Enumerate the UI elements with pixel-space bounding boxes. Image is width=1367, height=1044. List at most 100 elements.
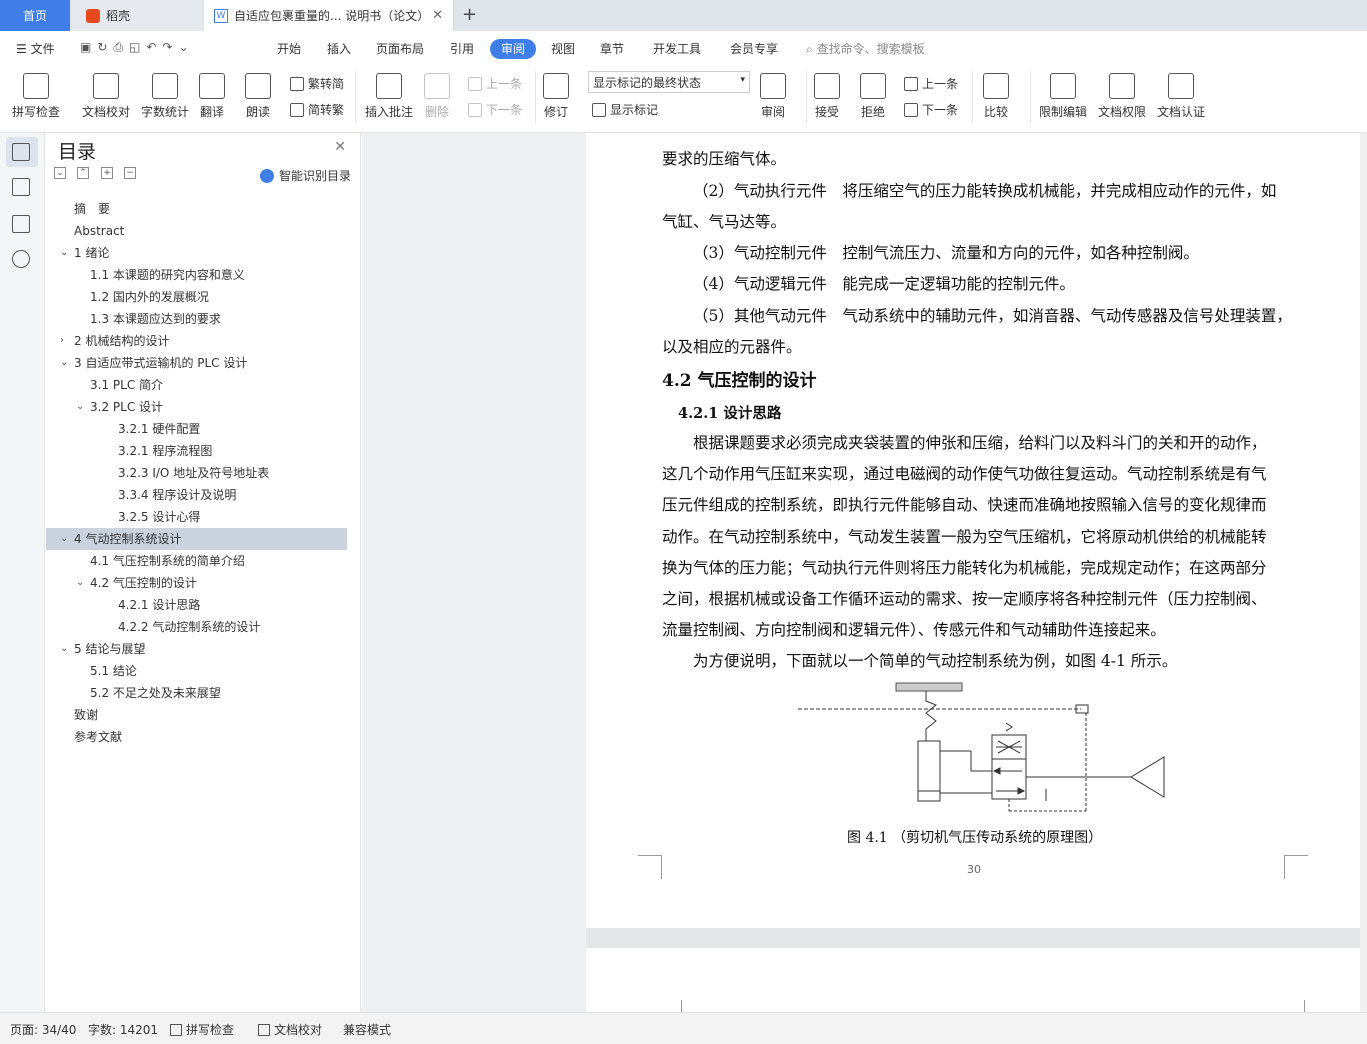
delete-comment-button[interactable]: 删除 (424, 73, 450, 120)
page-indicator-label: 页面: 34/40 (10, 1023, 77, 1037)
toc-item[interactable]: 5.1 结论 (46, 660, 347, 682)
document-page-next[interactable] (586, 948, 1367, 1012)
page-corner-mark (681, 1000, 682, 1012)
expand-all-icon[interactable]: ⌃ (77, 167, 89, 179)
restrict-editing-button[interactable]: 限制编辑 (1039, 73, 1087, 120)
status-doc-check[interactable]: 文档校对 (258, 1021, 322, 1038)
next-comment-button[interactable]: 下一条 (468, 101, 522, 118)
menu-member[interactable]: 会员专享 (730, 40, 778, 57)
tab-home[interactable]: 首页 (0, 0, 70, 31)
reject-button[interactable]: 拒绝 (860, 73, 886, 120)
chevron-down-icon[interactable]: ⌄ (76, 396, 84, 418)
toc-item[interactable]: 4.2.1 设计思路 (46, 594, 347, 616)
menu-layout[interactable]: 页面布局 (376, 40, 424, 57)
doc-permission-button[interactable]: 文档权限 (1098, 73, 1146, 120)
delete-comment-icon (424, 73, 450, 99)
status-spell-check[interactable]: 拼写检查 (170, 1021, 234, 1038)
chevron-right-icon[interactable]: › (60, 330, 64, 352)
vertical-scrollbar[interactable] (1360, 133, 1367, 1012)
chevron-down-icon[interactable]: ⌄ (60, 352, 68, 374)
toc-item[interactable]: 参考文献 (46, 726, 347, 748)
toc-item[interactable]: 5.2 不足之处及未来展望 (46, 682, 347, 704)
delete-comment-label: 删除 (424, 105, 449, 119)
close-icon[interactable]: ✕ (334, 139, 346, 155)
translate-button[interactable]: 翻译 (199, 73, 225, 120)
menu-view[interactable]: 视图 (551, 40, 575, 57)
toc-item[interactable]: 4.1 气压控制系统的简单介绍 (46, 550, 347, 572)
page-indicator[interactable]: 页面: 34/40 (10, 1021, 76, 1038)
file-menu[interactable]: ☰ 文件 (16, 40, 55, 57)
menu-review[interactable]: 审阅 (490, 39, 536, 59)
menu-chapter[interactable]: 章节 (600, 40, 624, 57)
toc-item[interactable]: 3.2.3 I/O 地址及符号地址表 (46, 462, 347, 484)
toc-item[interactable]: Abstract (46, 220, 347, 242)
next-change-button[interactable]: 下一条 (904, 101, 958, 118)
quick-access-toolbar[interactable]: ▣↻⎙◱↶↷⌄ (80, 40, 195, 55)
track-changes-button[interactable]: 修订 (543, 73, 569, 120)
simp-to-trad-button[interactable]: 简转繁 (290, 101, 344, 118)
prev-comment-button[interactable]: 上一条 (468, 75, 522, 92)
bookmark-icon[interactable] (12, 215, 30, 233)
toc-item[interactable]: 3.1 PLC 简介 (46, 374, 347, 396)
new-tab-icon[interactable]: + (462, 4, 477, 25)
show-markup-button[interactable]: 显示标记 (592, 101, 658, 118)
doc-check-button[interactable]: 文档校对 (82, 73, 130, 120)
toc-item[interactable]: 3.2.1 程序流程图 (46, 440, 347, 462)
toc-item[interactable]: › 2 机械结构的设计 (46, 330, 347, 352)
toc-item[interactable]: ⌄ 3 自适应带式运输机的 PLC 设计 (46, 352, 347, 374)
trad-to-simp-button[interactable]: 繁转简 (290, 75, 344, 92)
toc-panel-icon[interactable] (12, 143, 30, 161)
toc-item[interactable]: 致谢 (46, 704, 347, 726)
trad-to-simp-icon (290, 76, 304, 91)
toc-item[interactable]: 1.1 本课题的研究内容和意义 (46, 264, 347, 286)
collapse-all-icon[interactable]: ⌄ (54, 167, 66, 179)
remove-heading-icon[interactable]: − (124, 167, 136, 179)
word-count-indicator[interactable]: 字数: 14201 (88, 1021, 158, 1038)
toc-item[interactable]: ⌄ 5 结论与展望 (46, 638, 347, 660)
spell-check-button[interactable]: 拼写检查 (12, 73, 60, 120)
toc-item[interactable]: 3.2.5 设计心得 (46, 506, 347, 528)
menu-start[interactable]: 开始 (277, 40, 301, 57)
markup-state-select[interactable]: 显示标记的最终状态 ▾ (588, 71, 750, 93)
word-count-button[interactable]: 字数统计 (141, 73, 189, 120)
read-aloud-button[interactable]: 朗读 (245, 73, 271, 120)
toc-item-label: 3.2.1 程序流程图 (118, 444, 213, 458)
toc-item[interactable]: ⌄ 3.2 PLC 设计 (46, 396, 347, 418)
toc-item[interactable]: ⌄ 4 气动控制系统设计 (46, 528, 347, 550)
tab-daoke[interactable]: 稻壳 (72, 0, 202, 31)
tab-close-icon[interactable]: ✕ (432, 8, 443, 23)
toc-item[interactable]: 3.2.1 硬件配置 (46, 418, 347, 440)
navigation-icon[interactable] (12, 178, 30, 196)
toc-item[interactable]: 摘 要 (46, 198, 347, 220)
toc-item[interactable]: 1.3 本课题应达到的要求 (46, 308, 347, 330)
chevron-down-icon[interactable]: ⌄ (60, 638, 68, 660)
chevron-down-icon[interactable]: ⌄ (76, 572, 84, 594)
prev-change-button[interactable]: 上一条 (904, 75, 958, 92)
toc-item[interactable]: 3.3.4 程序设计及说明 (46, 484, 347, 506)
chevron-down-icon[interactable]: ⌄ (60, 528, 68, 550)
toc-item[interactable]: 4.2.2 气动控制系统的设计 (46, 616, 347, 638)
doc-auth-button[interactable]: 文档认证 (1157, 73, 1205, 120)
menu-insert[interactable]: 插入 (327, 40, 351, 57)
paragraph-line: 为方便说明，下面就以一个简单的气动控制系统为例，如图 4-1 所示。 (693, 652, 1178, 671)
compare-button[interactable]: 比较 (983, 73, 1009, 120)
insert-comment-button[interactable]: 插入批注 (365, 73, 413, 120)
smart-toc-button[interactable]: 智能识别目录 (260, 167, 351, 184)
accept-button[interactable]: 接受 (814, 73, 840, 120)
add-heading-icon[interactable]: + (101, 167, 113, 179)
toc-item[interactable]: 1.2 国内外的发展概况 (46, 286, 347, 308)
command-search[interactable]: ⌕ 查找命令、搜索模板 (806, 40, 925, 57)
paragraph-line: 动作。在气动控制系统中，气动发生装置一般为空气压缩机，它将原动机供给的机械能转 (662, 527, 1267, 546)
search-icon[interactable] (12, 250, 30, 268)
document-page[interactable]: 要求的压缩气体。 （2）气动执行元件 将压缩空气的压力能转换成机械能，并完成相应动… (586, 133, 1367, 928)
toc-item[interactable]: ⌄ 4.2 气压控制的设计 (46, 572, 347, 594)
menu-references[interactable]: 引用 (450, 40, 474, 57)
tab-document[interactable]: W 自适应包裹重量的... 说明书（论文） ✕ (204, 0, 454, 31)
status-spell-check-label: 拼写检查 (186, 1023, 235, 1037)
review-pane-button[interactable]: 审阅 (760, 73, 786, 120)
toc-item-label: 5 结论与展望 (74, 642, 146, 656)
chevron-down-icon[interactable]: ⌄ (60, 242, 68, 264)
comment-icon (376, 73, 402, 99)
toc-item[interactable]: ⌄ 1 绪论 (46, 242, 347, 264)
menu-developer[interactable]: 开发工具 (653, 40, 701, 57)
